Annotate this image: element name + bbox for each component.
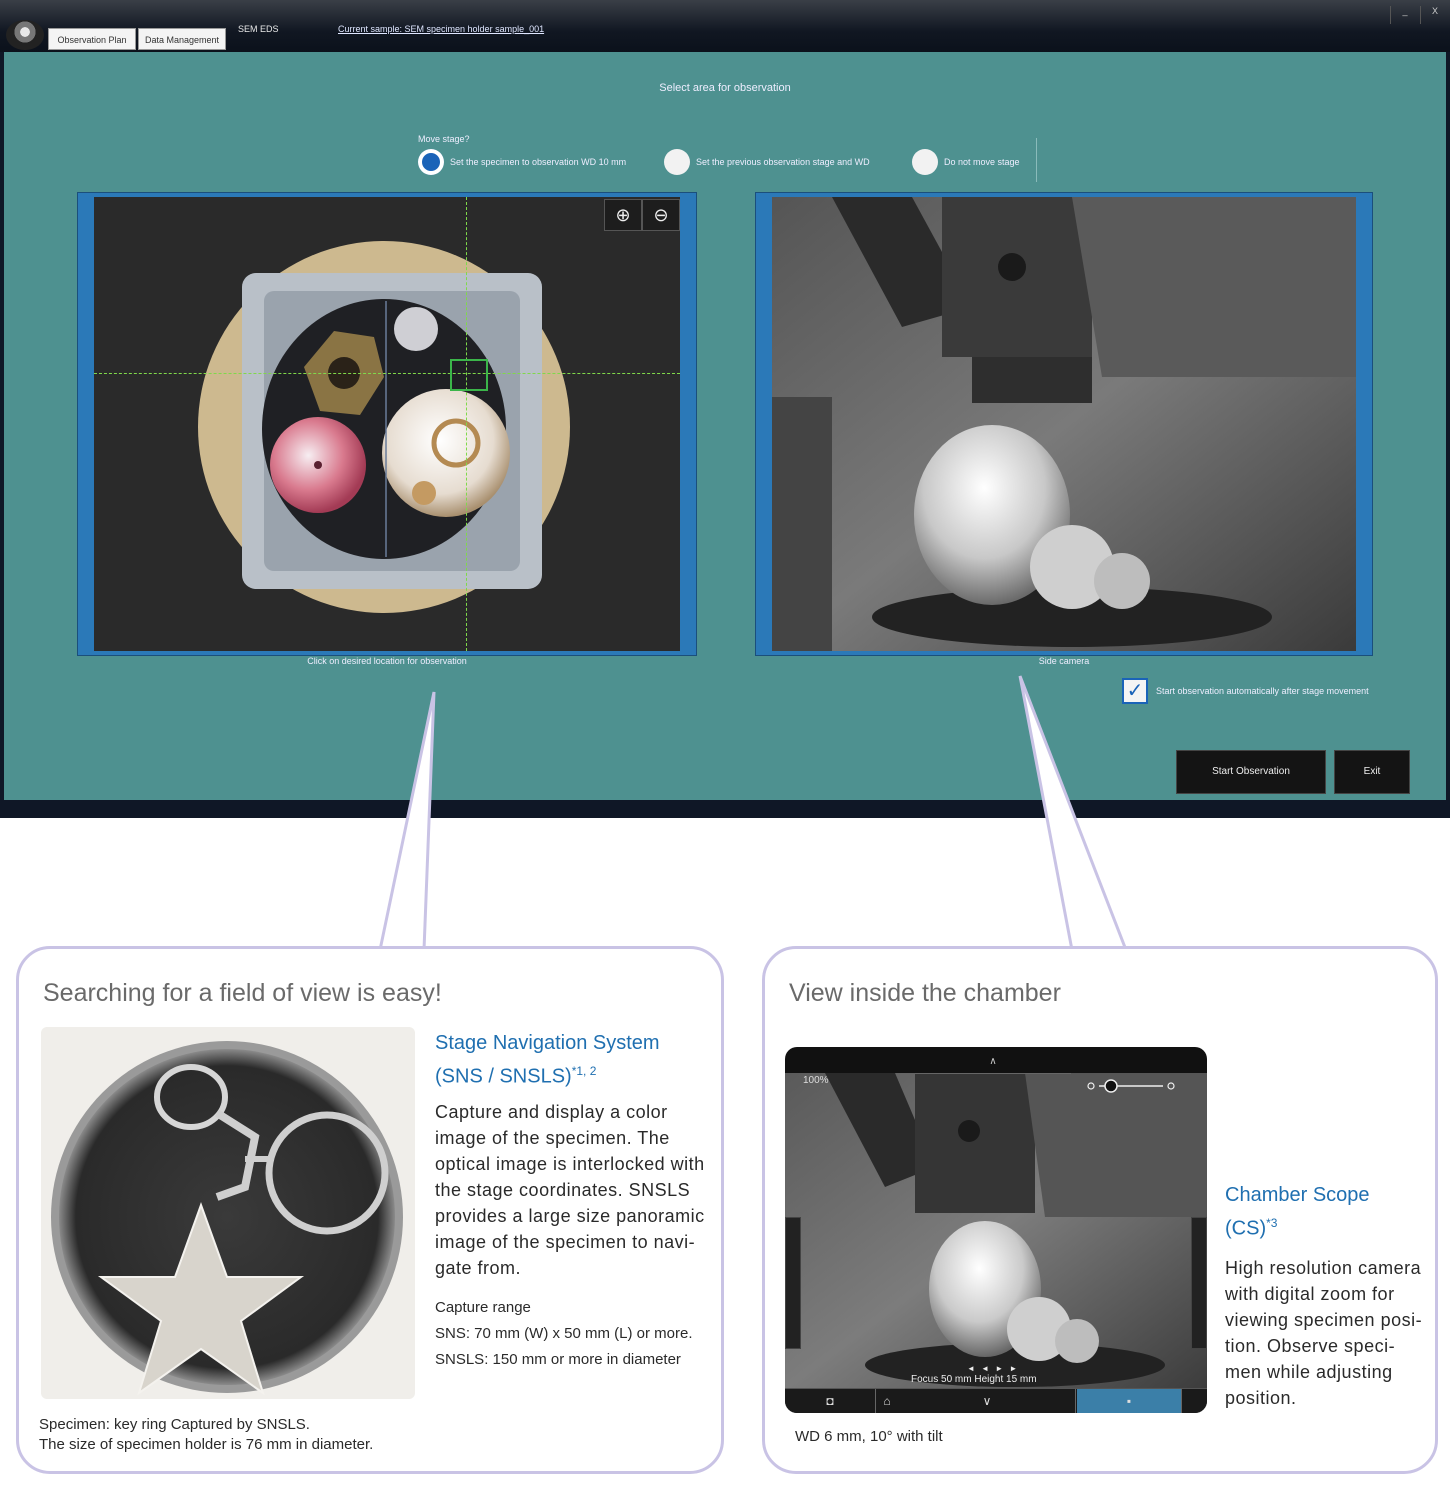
cs-footnote: *3 xyxy=(1266,1216,1278,1230)
capture-range-snsls: SNSLS: 150 mm or more in diameter xyxy=(435,1351,681,1368)
divider xyxy=(1036,138,1037,182)
chamber-scope-image: ∧ 100% ◄ ◄ ► ► Focus 50 mm Height 15 mm … xyxy=(785,1047,1207,1413)
navigation-image[interactable]: ⊕ ⊖ xyxy=(94,197,680,651)
radio-label: Set the previous observation stage and W… xyxy=(696,157,870,167)
cs-camera-icon[interactable]: ▪ xyxy=(1077,1389,1182,1413)
cs-left-panel[interactable] xyxy=(785,1217,801,1349)
chamber-scope-photo xyxy=(785,1073,1207,1389)
side-camera-frame xyxy=(755,192,1373,656)
start-observation-button[interactable]: Start Observation xyxy=(1176,750,1326,794)
sns-subtitle: Stage Navigation System (SNS / SNSLS)*1,… xyxy=(435,1029,660,1091)
specimen-holder-image xyxy=(198,241,570,613)
observation-panel: Select area for observation Move stage? … xyxy=(4,52,1446,800)
cs-exit-icon[interactable]: ◘ xyxy=(785,1389,876,1413)
sample-link[interactable]: Current sample: SEM specimen holder samp… xyxy=(338,24,544,34)
target-marker[interactable] xyxy=(450,359,488,391)
page-title: Select area for observation xyxy=(659,82,791,94)
capture-range-title: Capture range xyxy=(435,1299,531,1316)
radio-unselected-icon[interactable] xyxy=(912,149,938,175)
sns-subtitle-line1: Stage Navigation System xyxy=(435,1032,660,1054)
radio-unselected-icon[interactable] xyxy=(664,149,690,175)
title-bar: Observation Plan Data Management SEM EDS… xyxy=(0,0,1450,52)
chamber-image xyxy=(772,197,1356,651)
exit-button[interactable]: Exit xyxy=(1334,750,1410,794)
cs-description: High resolution camera with digital zoom… xyxy=(1225,1258,1423,1408)
cs-callout: View inside the chamber ∧ 100% ◄ ◄ ► ► F… xyxy=(762,946,1438,1474)
caption-line: Specimen: key ring Captured by SNSLS. xyxy=(39,1416,310,1433)
cs-nudge-arrows[interactable]: ◄ ◄ ► ► xyxy=(967,1364,1019,1373)
crosshair-horizontal xyxy=(94,373,680,374)
specimen-caption: Specimen: key ring Captured by SNSLS. Th… xyxy=(39,1415,373,1455)
navigation-caption: Click on desired location for observatio… xyxy=(307,656,467,666)
radio-label: Do not move stage xyxy=(944,157,1020,167)
auto-start-checkbox[interactable]: ✓ xyxy=(1122,678,1148,704)
cs-tilt-up-icon[interactable]: ∧ xyxy=(915,1051,1071,1074)
cs-home-icon[interactable]: ⌂ xyxy=(875,1389,899,1413)
zoom-out-icon[interactable]: ⊖ xyxy=(642,199,680,231)
crosshair-vertical xyxy=(466,197,467,651)
cs-subtitle-line2: (CS) xyxy=(1225,1217,1267,1240)
close-icon[interactable]: X xyxy=(1420,6,1449,24)
sns-callout: Searching for a field of view is easy! S… xyxy=(16,946,724,1474)
caption-line: The size of specimen holder is 76 mm in … xyxy=(39,1436,374,1453)
capture-range-sns: SNS: 70 mm (W) x 50 mm (L) or more. xyxy=(435,1325,693,1342)
minimize-icon[interactable]: _ xyxy=(1390,6,1419,24)
side-camera-image xyxy=(772,197,1356,651)
cs-caption: WD 6 mm, 10° with tilt xyxy=(795,1428,943,1445)
zoom-in-icon[interactable]: ⊕ xyxy=(604,199,642,231)
zoom-slider-icon[interactable] xyxy=(1085,1079,1177,1093)
app-logo-icon xyxy=(6,20,44,50)
app-window: Observation Plan Data Management SEM EDS… xyxy=(0,0,1450,818)
cs-subtitle: Chamber Scope (CS)*3 xyxy=(1225,1181,1370,1243)
key-ring-photo xyxy=(51,1041,403,1396)
cs-tilt-down-icon[interactable]: ∨ xyxy=(899,1389,1076,1413)
callout-heading: View inside the chamber xyxy=(789,979,1061,1007)
sns-footnote: *1, 2 xyxy=(571,1064,597,1078)
sns-description: Capture and display a color image of the… xyxy=(435,1102,705,1278)
cs-zoom-slider[interactable] xyxy=(1085,1079,1177,1093)
sns-subtitle-line2: (SNS / SNSLS) xyxy=(435,1065,572,1088)
radio-group-title: Move stage? xyxy=(418,134,470,144)
callout-heading: Searching for a field of view is easy! xyxy=(43,979,442,1007)
radio-selected-icon[interactable] xyxy=(418,149,444,175)
cs-zoom-percent: 100% xyxy=(803,1075,829,1086)
cs-right-panel[interactable] xyxy=(1191,1217,1207,1349)
key-ring-image xyxy=(41,1027,415,1399)
tab-observation-plan[interactable]: Observation Plan xyxy=(48,28,136,50)
checkbox-label: Start observation automatically after st… xyxy=(1156,686,1369,696)
cs-readout: Focus 50 mm Height 15 mm xyxy=(911,1374,1037,1385)
cs-subtitle-line1: Chamber Scope xyxy=(1225,1184,1370,1206)
tab-data-management[interactable]: Data Management xyxy=(138,28,226,50)
radio-label: Set the specimen to observation WD 10 mm xyxy=(450,157,627,167)
title-info: SEM EDS xyxy=(238,24,279,34)
checkmark-icon: ✓ xyxy=(1126,680,1144,702)
cs-toolbar: ◘ ⌂ ∨ ▪ xyxy=(785,1388,1207,1413)
navigation-view-frame: ⊕ ⊖ xyxy=(77,192,697,656)
side-camera-caption: Side camera xyxy=(1038,656,1090,666)
